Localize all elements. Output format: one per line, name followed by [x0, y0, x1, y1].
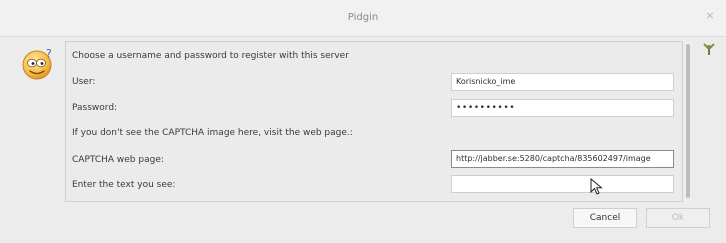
- captcha-text-field[interactable]: [451, 175, 674, 193]
- cancel-button[interactable]: Cancel: [573, 208, 637, 228]
- mouse-pointer-icon: [590, 178, 603, 195]
- ok-button[interactable]: Ok: [646, 208, 710, 228]
- close-icon[interactable]: ×: [704, 10, 716, 22]
- title-bar[interactable]: Pidgin ×: [0, 0, 726, 37]
- vertical-scrollbar[interactable]: [684, 41, 692, 202]
- user-label: User:: [72, 77, 96, 87]
- smiley-question-icon: ?: [22, 47, 52, 80]
- pidgin-register-dialog: Pidgin × ? Choose a username and passwor…: [0, 0, 726, 243]
- password-label: Password:: [72, 103, 118, 113]
- captcha-note-text: If you don't see the CAPTCHA image here,…: [72, 128, 353, 138]
- captcha-text-label: Enter the text you see:: [72, 180, 176, 190]
- password-field[interactable]: ••••••••••: [451, 99, 674, 117]
- scrollbar-thumb[interactable]: [686, 44, 690, 198]
- captcha-url-label: CAPTCHA web page:: [72, 155, 164, 165]
- username-field[interactable]: Korisnicko_ime: [451, 73, 674, 91]
- plugin-icon[interactable]: [701, 41, 717, 57]
- window-title: Pidgin: [347, 12, 379, 23]
- captcha-url-field[interactable]: http://jabber.se:5280/captcha/835602497/…: [451, 150, 674, 168]
- form-intro-text: Choose a username and password to regist…: [72, 51, 349, 61]
- svg-text:?: ?: [46, 47, 52, 60]
